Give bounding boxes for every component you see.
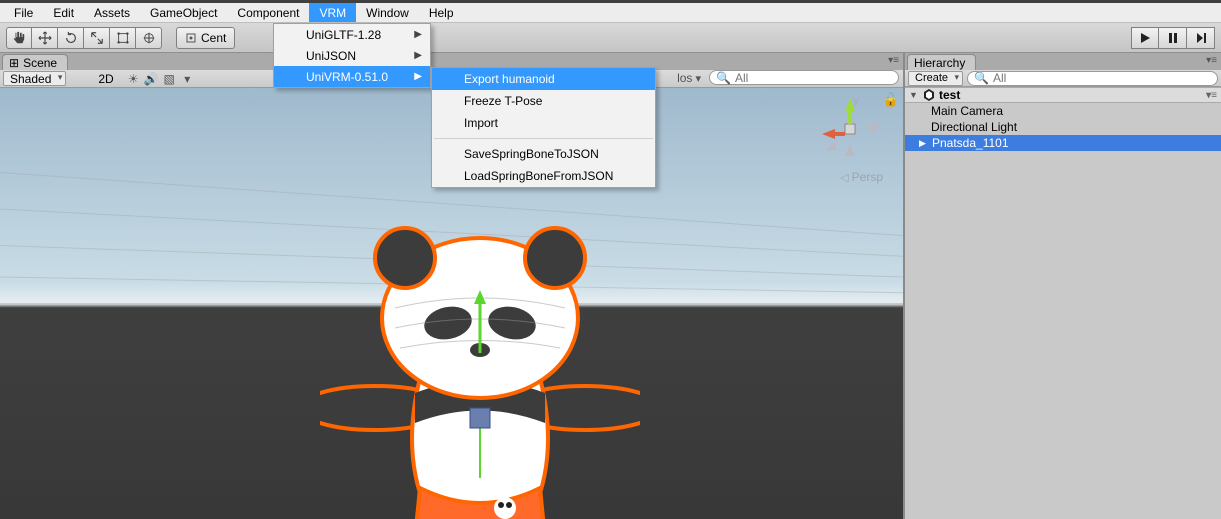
audio-toggle-icon[interactable]: 🔊 <box>144 71 159 86</box>
hand-tool-button[interactable] <box>6 27 32 49</box>
menu-item-import[interactable]: Import <box>432 112 655 134</box>
univrm-submenu: Export humanoid Freeze T-Pose Import Sav… <box>431 67 656 188</box>
hierarchy-tree: ▼ test ▾≡ Main Camera Directional Light … <box>905 87 1221 519</box>
menu-item-label: Freeze T-Pose <box>464 94 542 108</box>
create-dropdown[interactable]: Create <box>908 71 963 86</box>
hierarchy-search-placeholder: All <box>993 71 1006 85</box>
scene-tab[interactable]: ⊞ Scene <box>2 54 68 70</box>
scene-row-options[interactable]: ▾≡ <box>1206 90 1217 101</box>
menu-item-label: UniJSON <box>306 49 356 63</box>
scene-search-input[interactable]: 🔍 All <box>709 70 899 85</box>
menu-file[interactable]: File <box>4 3 43 22</box>
persp-label: ◁ Persp <box>840 170 883 184</box>
menu-item-unijson[interactable]: UniJSON ▶ <box>274 45 430 66</box>
hierarchy-scene-row[interactable]: ▼ test ▾≡ <box>905 87 1221 103</box>
menu-edit[interactable]: Edit <box>43 3 84 22</box>
menu-component[interactable]: Component <box>227 3 309 22</box>
unity-logo-icon <box>922 88 936 102</box>
lock-icon[interactable]: 🔓 <box>883 92 899 108</box>
hierarchy-tab[interactable]: Hierarchy <box>907 54 976 70</box>
hierarchy-item-main-camera[interactable]: Main Camera <box>905 103 1221 119</box>
search-icon: 🔍 <box>974 71 989 85</box>
pivot-center-label: Cent <box>201 31 226 45</box>
scale-tool-button[interactable] <box>84 27 110 49</box>
menu-item-label: Export humanoid <box>464 72 555 86</box>
scene-tab-label: Scene <box>23 56 57 70</box>
shading-mode-dropdown[interactable]: Shaded <box>3 71 66 86</box>
menu-item-label: LoadSpringBoneFromJSON <box>464 169 613 183</box>
expand-triangle-icon[interactable]: ▼ <box>909 90 919 100</box>
hierarchy-tab-label: Hierarchy <box>914 56 965 70</box>
move-tool-button[interactable] <box>32 27 58 49</box>
menu-item-label: Import <box>464 116 498 130</box>
fx-dropdown-icon[interactable]: ▾ <box>180 71 195 86</box>
menu-separator <box>434 138 653 139</box>
orientation-gizmo[interactable]: y <box>815 94 885 164</box>
pause-button[interactable] <box>1159 27 1187 49</box>
hierarchy-tabstrip: Hierarchy ▾≡ <box>905 53 1221 70</box>
scene-model-panda[interactable] <box>320 178 640 519</box>
scene-grid-icon: ⊞ <box>9 56 19 70</box>
rect-tool-button[interactable] <box>110 27 136 49</box>
play-button[interactable] <box>1131 27 1159 49</box>
lighting-toggle-icon[interactable]: ☀ <box>126 71 141 86</box>
hierarchy-item-pnatsda[interactable]: ▶ Pnatsda_1101 <box>905 135 1221 151</box>
transform-tool-button[interactable] <box>136 27 162 49</box>
hierarchy-scene-name: test <box>939 88 960 102</box>
expand-triangle-icon[interactable]: ▶ <box>919 138 929 149</box>
search-icon: 🔍 <box>716 71 731 85</box>
hierarchy-item-label: Directional Light <box>931 120 1017 134</box>
menu-item-export-humanoid[interactable]: Export humanoid <box>432 68 655 90</box>
rotate-tool-button[interactable] <box>58 27 84 49</box>
menu-assets[interactable]: Assets <box>84 3 140 22</box>
hierarchy-tab-options[interactable]: ▾≡ <box>1206 55 1217 66</box>
menu-item-univrm[interactable]: UniVRM-0.51.0 ▶ <box>274 66 430 87</box>
menu-item-unigltf[interactable]: UniGLTF-1.28 ▶ <box>274 24 430 45</box>
vrm-menu: UniGLTF-1.28 ▶ UniJSON ▶ UniVRM-0.51.0 ▶ <box>273 23 431 88</box>
hierarchy-item-directional-light[interactable]: Directional Light <box>905 119 1221 135</box>
menu-item-freeze-tpose[interactable]: Freeze T-Pose <box>432 90 655 112</box>
hierarchy-toolbar: Create 🔍 All <box>905 70 1221 87</box>
scene-tab-options[interactable]: ▾≡ <box>888 55 899 66</box>
menu-item-save-springbone[interactable]: SaveSpringBoneToJSON <box>432 143 655 165</box>
menu-gameobject[interactable]: GameObject <box>140 3 227 22</box>
menu-vrm[interactable]: VRM <box>309 3 356 22</box>
gizmos-dropdown[interactable]: los ▾ <box>673 71 705 85</box>
step-button[interactable] <box>1187 27 1215 49</box>
toolbar: Cent <box>0 23 1221 53</box>
menu-item-load-springbone[interactable]: LoadSpringBoneFromJSON <box>432 165 655 187</box>
menu-help[interactable]: Help <box>419 3 464 22</box>
submenu-arrow-icon: ▶ <box>414 29 422 40</box>
svg-text:y: y <box>853 94 859 107</box>
fx-toggle-icon[interactable]: ▧ <box>162 71 177 86</box>
hierarchy-item-label: Main Camera <box>931 104 1003 118</box>
menu-window[interactable]: Window <box>356 3 419 22</box>
menu-item-label: UniGLTF-1.28 <box>306 28 381 42</box>
mode-2d-toggle[interactable]: 2D <box>92 72 119 86</box>
menu-item-label: SaveSpringBoneToJSON <box>464 147 599 161</box>
menu-item-label: UniVRM-0.51.0 <box>306 70 388 84</box>
hierarchy-search-input[interactable]: 🔍 All <box>967 71 1218 86</box>
hierarchy-item-label: Pnatsda_1101 <box>932 136 1009 150</box>
play-controls <box>1131 27 1215 49</box>
scene-search-all-label: All <box>735 71 748 85</box>
submenu-arrow-icon: ▶ <box>414 71 422 82</box>
menubar: File Edit Assets GameObject Component VR… <box>0 3 1221 23</box>
pivot-center-button[interactable]: Cent <box>176 27 235 49</box>
submenu-arrow-icon: ▶ <box>414 50 422 61</box>
